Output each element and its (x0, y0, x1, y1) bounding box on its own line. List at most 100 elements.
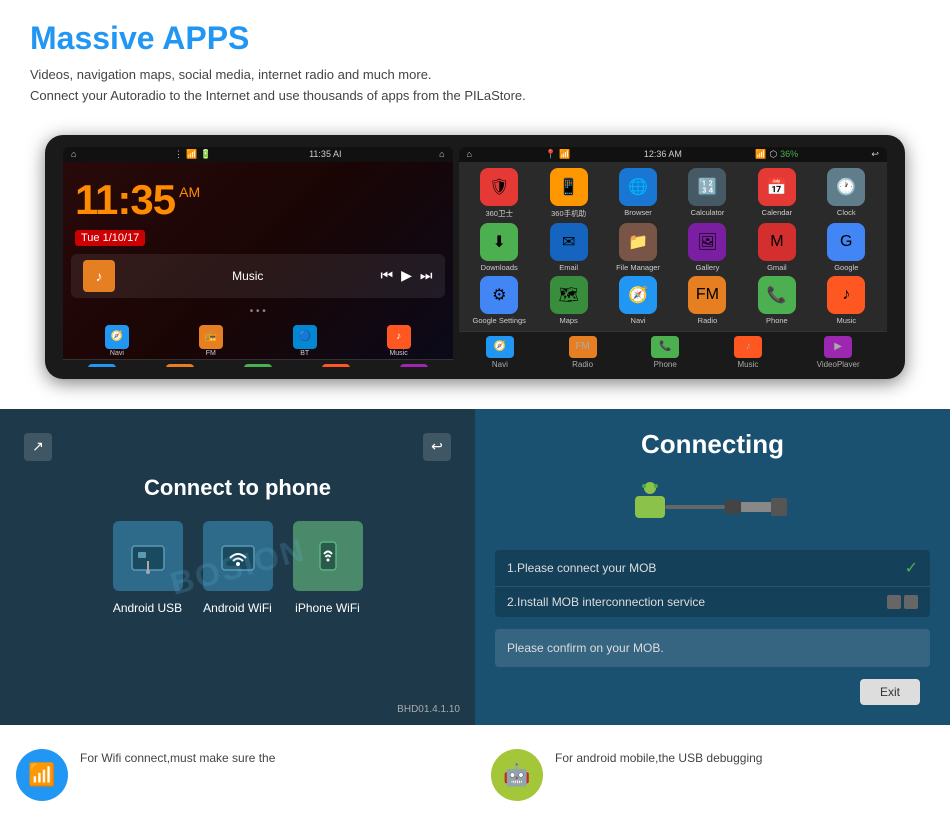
bottom-nav-left: 🧭 Navi FM Radio 📞 Phone ♪ (63, 359, 453, 367)
android-usb-option[interactable]: Android USB (113, 521, 183, 615)
mini-bt-icon: 🔵 (293, 325, 317, 349)
status-time-left: 11:35 AI (309, 149, 341, 159)
android-wifi-label: Android WiFi (203, 601, 272, 615)
home-icon-left: ⌂ (71, 149, 76, 159)
app-icon-13: 🗺 (550, 276, 588, 314)
mini-radio-icon: 📻 (199, 325, 223, 349)
cable-svg (633, 476, 793, 536)
app-label-6: Downloads (481, 263, 518, 272)
app-label-14: Navi (631, 316, 646, 325)
nav-phone-left[interactable]: 📞 Phone (244, 364, 272, 367)
mini-app-bt[interactable]: 🔵 BT (259, 325, 351, 357)
app-item-360卫士[interactable]: 🛡 360卫士 (467, 168, 532, 219)
android-wifi-option[interactable]: Android WiFi (203, 521, 273, 615)
confirm-text: Please confirm on your MOB. (507, 641, 664, 655)
app-icon-11: G (827, 223, 865, 261)
signal-icon: 📶 (186, 149, 197, 160)
connecting-panel: Connecting 1.Please connect your MOB (475, 409, 950, 725)
app-item-file-manager[interactable]: 📁File Manager (605, 223, 670, 272)
bottom-section: 📶 For Wifi connect,must make sure the 🤖 … (0, 735, 950, 815)
connect-panel: ↗ ↩ Connect to phone Android USB (0, 409, 475, 725)
step-2-text: 2.Install MOB interconnection service (507, 595, 705, 609)
exit-button[interactable]: Exit (860, 679, 920, 705)
music-controls: ⏮ ▶ ⏭ (381, 267, 433, 284)
clock-ampm: AM (179, 184, 200, 200)
next-icon[interactable]: ⏭ (420, 267, 433, 284)
app-item-clock[interactable]: 🕐Clock (814, 168, 879, 219)
location-icon: 📍 (545, 149, 556, 160)
status-bar-left: ⌂ ⋮ 📶 🔋 11:35 AI ⌂ (63, 147, 453, 162)
app-label-17: Music (836, 316, 856, 325)
signal-icon-right: 📶 (755, 149, 766, 160)
music-app-icon: ♪ (83, 260, 115, 292)
mini-app-navi[interactable]: 🧭 Navi (71, 325, 163, 357)
bottom-nav-right: 🧭 Navi FM Radio 📞 Phone ♪ (459, 331, 887, 367)
app-item-maps[interactable]: 🗺 Maps (536, 276, 601, 325)
clock-display: 11:35 AM (63, 162, 453, 228)
prev-icon[interactable]: ⏮ (381, 267, 394, 284)
app-icon-0: 🛡 (480, 168, 518, 206)
nav-radio-right[interactable]: FM Radio (569, 336, 597, 367)
description: Videos, navigation maps, social media, i… (30, 65, 920, 107)
app-icon-2: 🌐 (619, 168, 657, 206)
page-title: Massive APPS (30, 20, 920, 57)
nav-music-right[interactable]: ♪ Music (734, 336, 762, 367)
cable-illustration (633, 476, 793, 536)
app-label-2: Browser (624, 208, 652, 217)
mini-app-music2[interactable]: ♪ Music (353, 325, 445, 357)
connecting-title: Connecting (495, 429, 930, 460)
app-item-music[interactable]: ♪Music (814, 276, 879, 325)
nav-videoplayer-right[interactable]: ▶ VideoPlayer (817, 336, 860, 367)
play-icon[interactable]: ▶ (401, 267, 412, 284)
nav-navi-right[interactable]: 🧭 Navi (486, 336, 514, 367)
phone-icon: 📞 (244, 364, 272, 367)
video-icon: ▶ (400, 364, 428, 367)
screen-right: ⌂ 📍 📶 12:36 AM 📶 ⬡ 36% (459, 147, 887, 367)
confirm-box: Please confirm on your MOB. (495, 629, 930, 667)
app-icon-16: 📞 (758, 276, 796, 314)
app-item-browser[interactable]: 🌐 Browser (605, 168, 670, 219)
bluetooth-icon: ⬡ (769, 149, 777, 160)
app-item-gmail[interactable]: MGmail (744, 223, 809, 272)
nav-video-left[interactable]: ▶ Video (400, 364, 428, 367)
app-item-google[interactable]: GGoogle (814, 223, 879, 272)
app-icon-5: 🕐 (827, 168, 865, 206)
step-1-text: 1.Please connect your MOB (507, 561, 656, 575)
radio-icon: FM (166, 364, 194, 367)
app-item-phone[interactable]: 📞Phone (744, 276, 809, 325)
app-label-4: Calendar (762, 208, 792, 217)
iphone-wifi-option[interactable]: iPhone WiFi (293, 521, 363, 615)
app-item-360手机助[interactable]: 📱360手机助 (536, 168, 601, 219)
app-icon-12: ⚙ (480, 276, 518, 314)
music-label: Music (232, 269, 263, 283)
nav-radio-left[interactable]: FM Radio (166, 364, 194, 367)
share-icon[interactable]: ↗ (24, 433, 52, 461)
mini-app-fm[interactable]: 📻 FM (165, 325, 257, 357)
connect-options: Android USB Android WiFi (20, 521, 455, 615)
radio-icon-right: FM (569, 336, 597, 358)
android-avatar: 🤖 (491, 749, 543, 801)
app-item-navi[interactable]: 🧭Navi (605, 276, 670, 325)
nav-music-left[interactable]: ♪ Music (322, 364, 350, 367)
top-section: Massive APPS Videos, navigation maps, so… (0, 0, 950, 135)
app-label-0: 360卫士 (485, 208, 513, 219)
mini-navi-icon: 🧭 (105, 325, 129, 349)
back-btn[interactable]: ↩ (423, 433, 451, 461)
app-item-email[interactable]: ✉Email (536, 223, 601, 272)
app-item-radio[interactable]: FMRadio (675, 276, 740, 325)
app-item-downloads[interactable]: ⬇Downloads (467, 223, 532, 272)
music-widget[interactable]: ♪ Music ⏮ ▶ ⏭ (71, 254, 445, 298)
app-label-13: Maps (559, 316, 577, 325)
home-icon-right: ⌂ (439, 149, 444, 159)
app-item-calendar[interactable]: 📅Calendar (744, 168, 809, 219)
back-icon-right: ↩ (871, 149, 879, 160)
bottom-right-text: For android mobile,the USB debugging (555, 749, 762, 768)
app-item-google-settings[interactable]: ⚙Google Settings (467, 276, 532, 325)
nav-navi-left[interactable]: 🧭 Navi (88, 364, 116, 367)
android-usb-icon (113, 521, 183, 591)
nav-phone-right[interactable]: 📞 Phone (651, 336, 679, 367)
app-item-calculator[interactable]: 🔢Calculator (675, 168, 740, 219)
android-usb-label: Android USB (113, 601, 182, 615)
middle-section: ↗ ↩ Connect to phone Android USB (0, 409, 950, 725)
app-item-gallery[interactable]: 🖼Gallery (675, 223, 740, 272)
